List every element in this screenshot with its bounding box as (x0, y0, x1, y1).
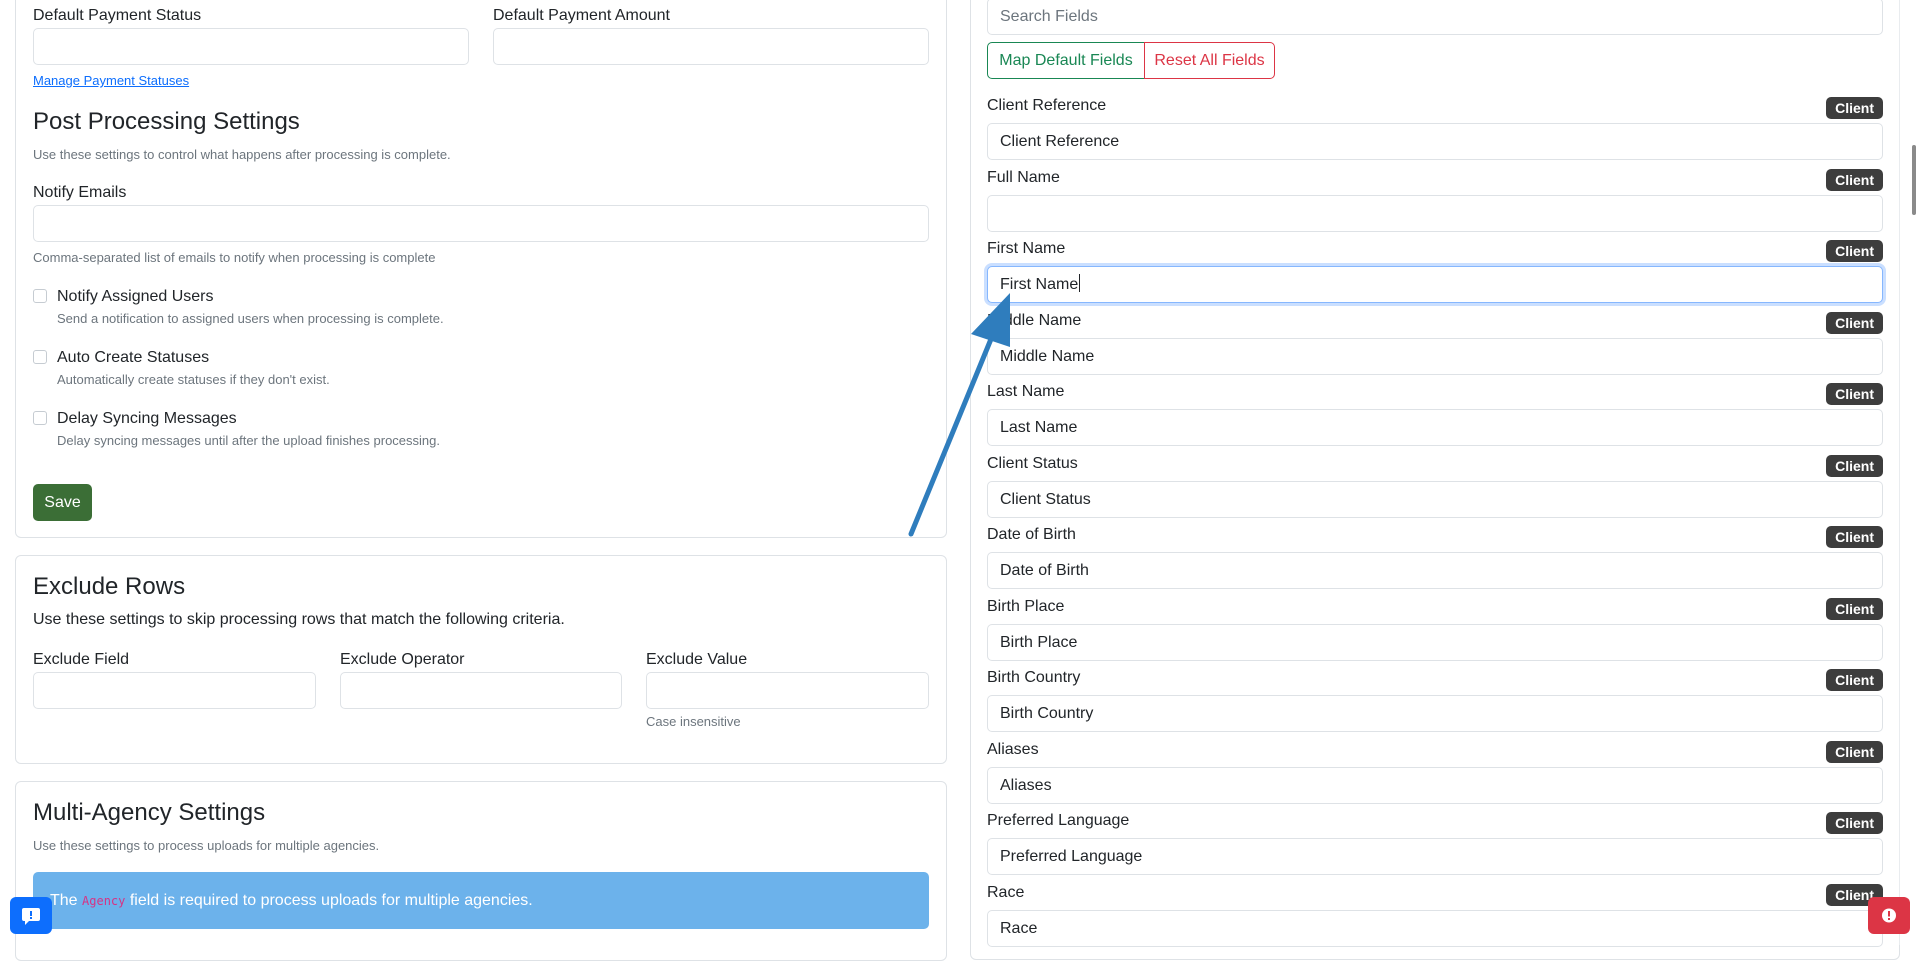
default-payment-status-input[interactable] (33, 28, 469, 65)
auto-create-statuses-checkbox[interactable] (33, 350, 47, 364)
client-badge: Client (1826, 97, 1883, 119)
client-badge: Client (1826, 812, 1883, 834)
notify-assigned-users-checkbox[interactable] (33, 289, 47, 303)
field-row-preferred-language: Preferred Language Client Preferred Lang… (987, 812, 1883, 876)
field-label: Middle Name (987, 312, 1082, 329)
client-badge: Client (1826, 169, 1883, 191)
field-row-client-reference: Client Reference Client Client Reference (987, 97, 1883, 161)
multi-agency-description: Use these settings to process uploads fo… (33, 838, 380, 853)
field-label: Client Status (987, 455, 1078, 472)
map-default-fields-button[interactable]: Map Default Fields (987, 42, 1145, 79)
field-row-aliases: Aliases Client Aliases (987, 741, 1883, 805)
field-label: Aliases (987, 741, 1039, 758)
client-badge: Client (1826, 455, 1883, 477)
field-row-date-of-birth: Date of Birth Client Date of Birth (987, 526, 1883, 590)
field-input[interactable]: Aliases (987, 767, 1883, 804)
alert-text-pre: The (50, 892, 78, 909)
default-payment-status-label: Default Payment Status (33, 7, 202, 24)
field-label: Last Name (987, 383, 1065, 400)
text-caret (1079, 274, 1081, 292)
field-input[interactable]: Client Reference (987, 123, 1883, 160)
chat-bubble-icon (22, 908, 40, 925)
alert-text-post: field is required to process uploads for… (129, 892, 533, 909)
field-label: Preferred Language (987, 812, 1130, 829)
field-row-full-name: Full Name Client (987, 169, 1883, 233)
exclude-rows-title: Exclude Rows (33, 573, 186, 600)
search-fields-placeholder: Search Fields (1000, 8, 1098, 25)
client-badge: Client (1826, 669, 1883, 691)
scrollbar-thumb[interactable] (1912, 145, 1916, 215)
exclude-operator-label: Exclude Operator (340, 651, 465, 668)
save-button[interactable]: Save (33, 484, 92, 521)
chat-button[interactable] (10, 897, 52, 934)
exclude-operator-input[interactable] (340, 672, 622, 709)
first-name-input-focused[interactable]: First Name (987, 266, 1883, 303)
agency-code: Agency (82, 894, 126, 908)
post-processing-title: Post Processing Settings (33, 108, 300, 135)
first-name-value: First Name (1000, 276, 1079, 293)
exclude-value-help: Case insensitive (646, 714, 741, 729)
exclude-rows-description: Use these settings to skip processing ro… (33, 611, 565, 628)
exclamation-circle-icon (1882, 908, 1896, 923)
field-label: Race (987, 884, 1025, 901)
field-row-birth-country: Birth Country Client Birth Country (987, 669, 1883, 733)
notify-emails-help: Comma-separated list of emails to notify… (33, 250, 436, 265)
auto-create-statuses-help: Automatically create statuses if they do… (57, 372, 330, 387)
post-processing-description: Use these settings to control what happe… (33, 147, 451, 162)
field-label: Date of Birth (987, 526, 1076, 543)
manage-payment-statuses-link[interactable]: Manage Payment Statuses (33, 73, 189, 88)
multi-agency-alert: The Agency field is required to process … (33, 872, 929, 929)
field-input[interactable] (987, 195, 1883, 232)
field-row-middle-name: Middle Name Client Middle Name (987, 312, 1883, 376)
field-input[interactable]: Last Name (987, 409, 1883, 446)
reset-all-fields-button[interactable]: Reset All Fields (1144, 42, 1275, 79)
field-input[interactable]: Middle Name (987, 338, 1883, 375)
exclude-field-input[interactable] (33, 672, 316, 709)
default-payment-amount-input[interactable] (493, 28, 929, 65)
field-input[interactable]: Birth Country (987, 695, 1883, 732)
client-badge: Client (1826, 526, 1883, 548)
notify-assigned-users-label[interactable]: Notify Assigned Users (57, 288, 214, 306)
field-input[interactable]: Client Status (987, 481, 1883, 518)
exclude-field-label: Exclude Field (33, 651, 130, 668)
client-badge: Client (1826, 741, 1883, 763)
exclude-value-label: Exclude Value (646, 651, 748, 668)
field-input[interactable]: Preferred Language (987, 838, 1883, 875)
delay-syncing-messages-label[interactable]: Delay Syncing Messages (57, 410, 237, 428)
notify-emails-label: Notify Emails (33, 184, 127, 201)
page-scrollbar[interactable] (1899, 0, 1920, 945)
field-row-race: Race Client Race (987, 884, 1883, 947)
field-row-client-status: Client Status Client Client Status (987, 455, 1883, 519)
error-button[interactable] (1868, 897, 1910, 934)
field-input[interactable]: Date of Birth (987, 552, 1883, 589)
client-badge: Client (1826, 240, 1883, 262)
multi-agency-title: Multi-Agency Settings (33, 799, 266, 826)
field-input[interactable]: Race (987, 910, 1883, 947)
field-label: Birth Country (987, 669, 1081, 686)
client-badge: Client (1826, 383, 1883, 405)
client-badge: Client (1826, 312, 1883, 334)
delay-syncing-messages-checkbox[interactable] (33, 411, 47, 425)
client-badge: Client (1826, 598, 1883, 620)
field-label: Client Reference (987, 97, 1107, 114)
field-input[interactable]: Birth Place (987, 624, 1883, 661)
notify-assigned-users-help: Send a notification to assigned users wh… (57, 311, 444, 326)
search-fields-input[interactable]: Search Fields (987, 0, 1883, 35)
field-label: Birth Place (987, 598, 1065, 615)
field-row-birth-place: Birth Place Client Birth Place (987, 598, 1883, 662)
exclude-value-input[interactable] (646, 672, 929, 709)
notify-emails-input[interactable] (33, 205, 929, 242)
field-row-last-name: Last Name Client Last Name (987, 383, 1883, 447)
auto-create-statuses-label[interactable]: Auto Create Statuses (57, 349, 209, 367)
delay-syncing-messages-help: Delay syncing messages until after the u… (57, 433, 440, 448)
field-label: First Name (987, 240, 1066, 257)
default-payment-amount-label: Default Payment Amount (493, 7, 670, 24)
field-row-first-name: First Name Client First Name (987, 240, 1883, 304)
field-label: Full Name (987, 169, 1060, 186)
